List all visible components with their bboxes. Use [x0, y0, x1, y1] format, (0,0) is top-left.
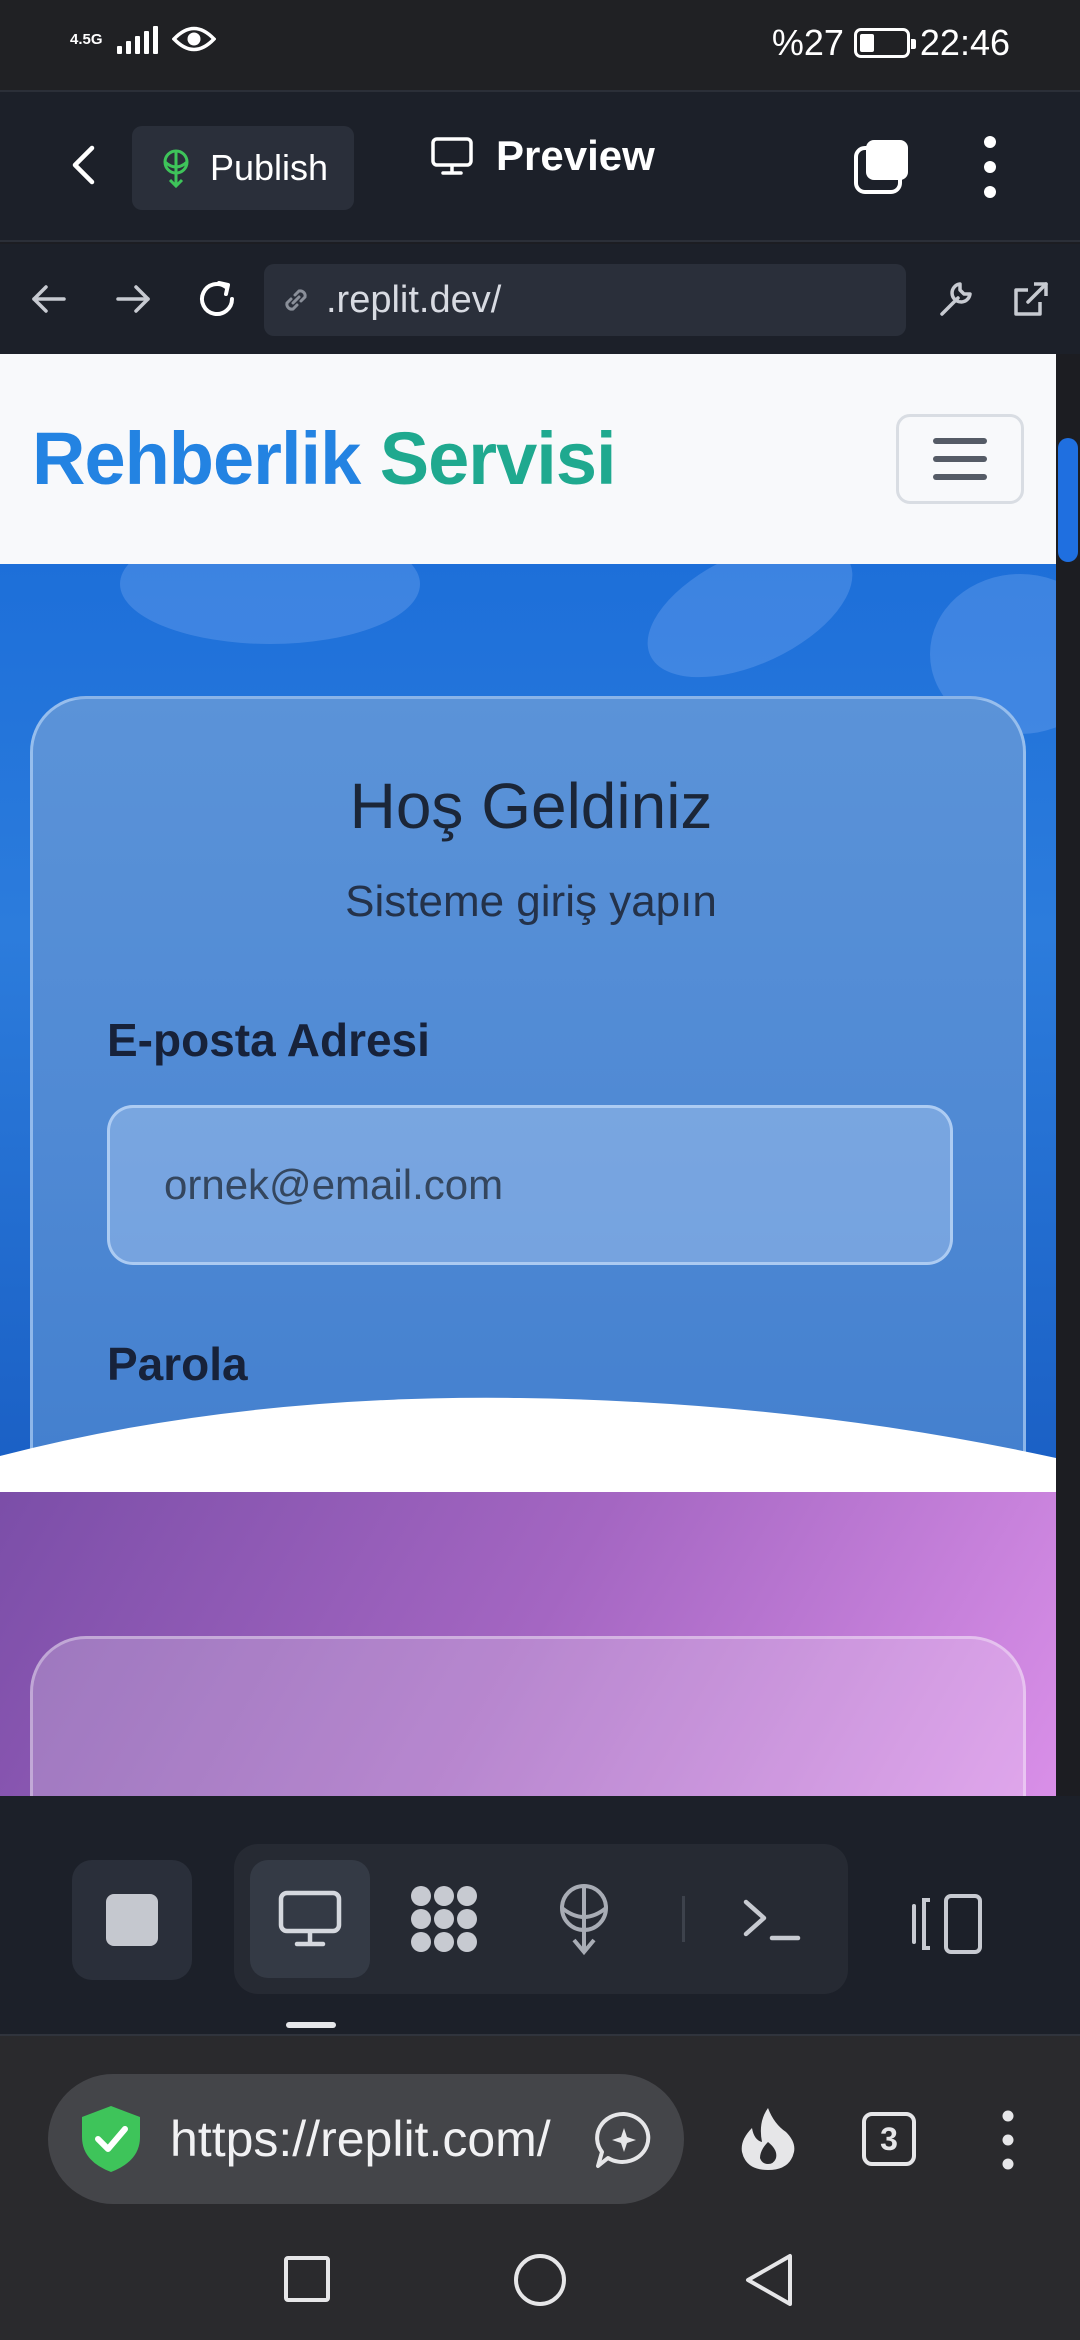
publish-label: Publish	[210, 147, 329, 188]
link-icon	[285, 289, 307, 311]
status-right: %27 22:46	[772, 22, 1010, 64]
clock: 22:46	[919, 22, 1010, 63]
wrench-icon[interactable]	[930, 274, 980, 324]
back-icon[interactable]	[740, 2250, 800, 2310]
feature-section	[0, 1492, 1056, 1796]
site-brand[interactable]: Rehberlik Servisi	[32, 416, 617, 501]
console-tool-button[interactable]	[712, 1860, 832, 1978]
network-type: 4.5G	[70, 30, 103, 48]
status-left: 4.5G	[70, 24, 216, 54]
monitor-icon	[278, 1890, 342, 1947]
password-label: Parola	[107, 1338, 248, 1390]
login-card: Hoş Geldiniz Sisteme giriş yapın E-posta…	[30, 696, 1026, 1484]
deploy-tool-button[interactable]	[524, 1860, 644, 1978]
toolbar-separator	[682, 1896, 685, 1942]
preview-label: Preview	[496, 132, 655, 179]
brand-part2: Servisi	[379, 417, 617, 500]
home-icon[interactable]	[510, 2250, 570, 2310]
address-bar[interactable]: https://replit.com/	[48, 2074, 684, 2204]
terminal-icon	[743, 1899, 801, 1941]
replit-toolbar	[0, 1796, 1080, 2036]
nav-back-icon[interactable]	[24, 274, 74, 324]
split-view-icon[interactable]	[910, 1892, 986, 1956]
email-label: E-posta Adresi	[107, 1014, 430, 1066]
background-decoration	[627, 564, 873, 706]
publish-icon	[163, 149, 189, 188]
agent-icon	[411, 1886, 477, 1952]
signal-icon	[116, 24, 158, 54]
tabs-icon[interactable]	[852, 138, 912, 196]
tool-group	[234, 1844, 848, 1994]
preview-url-bar: .replit.dev/	[0, 244, 1080, 354]
stop-icon	[106, 1894, 158, 1946]
deploy-icon	[560, 1884, 608, 1956]
site-navbar: Rehberlik Servisi	[0, 354, 1056, 564]
browser-bar: https://replit.com/ 3	[0, 2036, 1080, 2220]
browser-menu-icon[interactable]	[998, 2108, 1018, 2172]
battery-icon	[853, 28, 916, 58]
tab-count: 3	[880, 2120, 898, 2157]
preview-tool-button[interactable]	[250, 1860, 370, 1978]
open-external-icon[interactable]	[1006, 274, 1056, 324]
login-subtitle: Sisteme giriş yapın	[345, 877, 717, 926]
page-scrollbar[interactable]	[1058, 438, 1078, 562]
eye-icon	[171, 26, 216, 52]
ai-assistant-icon[interactable]	[592, 2108, 656, 2172]
secure-shield-icon	[82, 2106, 140, 2172]
login-hero-section: Hoş Geldiniz Sisteme giriş yapın E-posta…	[0, 564, 1056, 1484]
back-arrow-icon[interactable]	[60, 140, 110, 190]
login-title: Hoş Geldiniz	[349, 770, 713, 842]
hamburger-menu-button[interactable]	[896, 414, 1024, 504]
feature-card	[30, 1636, 1026, 1796]
monitor-icon	[431, 137, 473, 175]
tab-switcher-button[interactable]: 3	[862, 2112, 916, 2166]
status-bar: 4.5G %27 22:46	[0, 0, 1080, 90]
drag-handle[interactable]	[286, 2022, 336, 2028]
flame-icon[interactable]	[738, 2106, 798, 2172]
stop-button[interactable]	[72, 1860, 192, 1980]
recents-icon[interactable]	[278, 2250, 338, 2310]
more-menu-icon[interactable]	[980, 132, 1000, 202]
brand-part1: Rehberlik	[32, 417, 361, 500]
nav-forward-icon[interactable]	[108, 274, 158, 324]
preview-tab[interactable]: Preview	[430, 132, 655, 180]
preview-url-text: .replit.dev/	[326, 278, 502, 321]
address-text: https://replit.com/	[170, 2111, 551, 2167]
agent-tool-button[interactable]	[384, 1860, 504, 1978]
email-field[interactable]	[107, 1105, 953, 1265]
background-decoration	[120, 564, 420, 644]
reload-icon[interactable]	[192, 274, 242, 324]
system-nav-bar	[0, 2220, 1080, 2340]
battery-percent: %27	[771, 22, 844, 63]
replit-header: Publish Preview	[0, 90, 1080, 242]
preview-url-field[interactable]: .replit.dev/	[264, 264, 906, 336]
publish-button[interactable]: Publish	[132, 126, 354, 210]
webpage-preview: Rehberlik Servisi Hoş Geldiniz Sisteme g…	[0, 354, 1056, 1796]
